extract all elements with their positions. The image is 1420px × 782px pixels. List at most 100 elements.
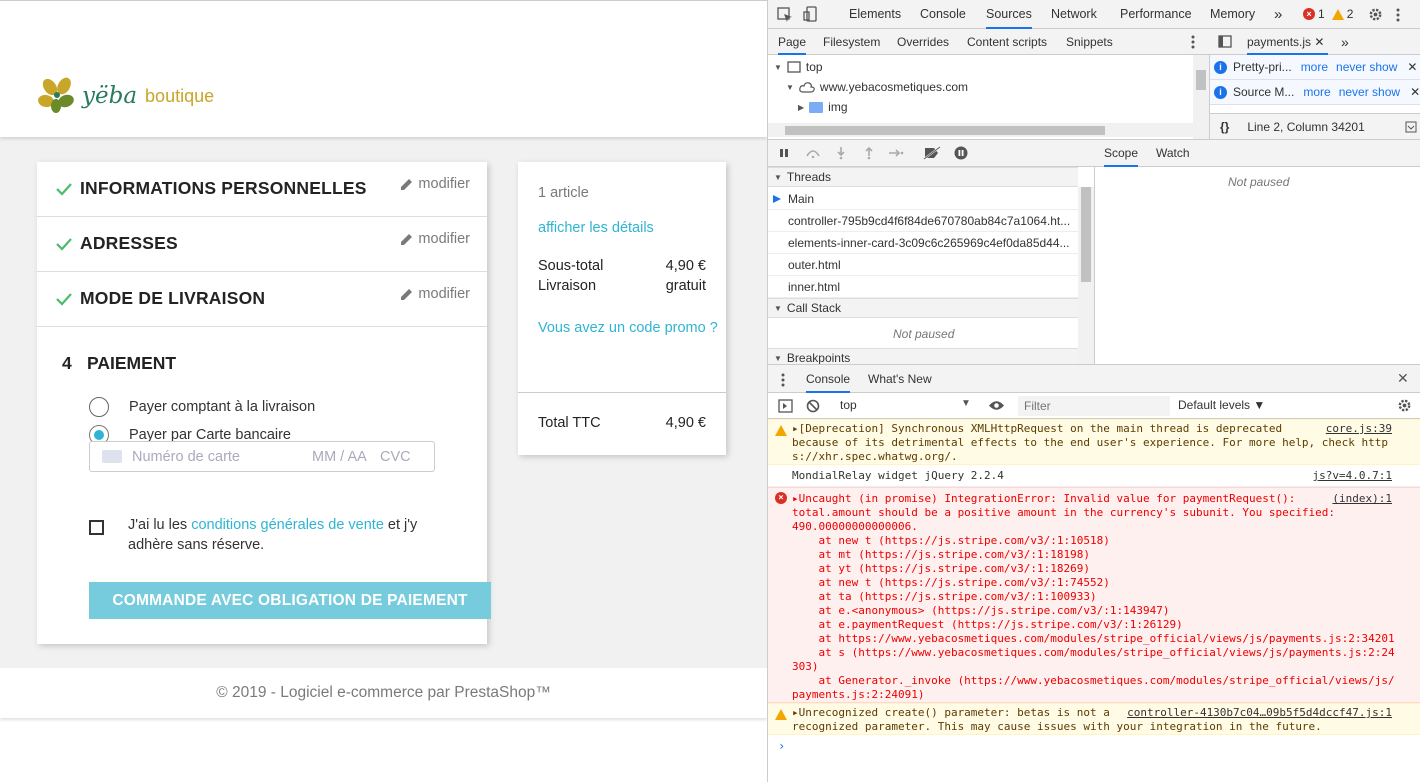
total-value: 4,90 € — [665, 415, 706, 431]
tab-watch[interactable]: Watch — [1156, 140, 1190, 167]
scrollbar-thumb[interactable] — [785, 126, 1105, 135]
context-selector[interactable]: top — [840, 398, 857, 412]
pause-icon[interactable] — [779, 148, 789, 158]
show-details-link[interactable]: afficher les détails — [538, 220, 654, 236]
thread-item[interactable]: controller-795b9cd4f6f84de670780ab84c7a1… — [768, 210, 1078, 232]
close-icon[interactable]: ✕ — [1410, 85, 1420, 99]
sources-editor: payments.js ✕ » i Pretty-pri... more nev… — [1210, 29, 1420, 139]
promo-code-link[interactable]: Vous avez un code promo ? — [538, 318, 723, 338]
tab-snippets[interactable]: Snippets — [1066, 29, 1113, 55]
infobar-never-show-link[interactable]: never show — [1339, 85, 1400, 99]
tab-performance[interactable]: Performance — [1120, 0, 1192, 29]
tab-network[interactable]: Network — [1051, 0, 1097, 29]
scrollbar-thumb[interactable] — [1196, 70, 1206, 90]
collapse-arrow-icon: ▶ — [798, 102, 805, 112]
warning-icon — [1331, 8, 1344, 20]
tab-memory[interactable]: Memory — [1210, 0, 1255, 29]
leaf-logo-icon — [38, 77, 74, 113]
message-source-link[interactable]: core.js:39 — [1326, 422, 1392, 436]
shop-logo[interactable]: yëba boutique — [38, 77, 214, 115]
navigator-vertical-scrollbar[interactable] — [1193, 55, 1209, 139]
log-levels-dropdown[interactable]: Default levels ▼ — [1178, 398, 1265, 412]
pause-on-exceptions-icon[interactable] — [954, 146, 968, 160]
console-log-message[interactable]: MondialRelay widget jQuery 2.2.4 js?v=4.… — [768, 465, 1420, 487]
tree-item-top[interactable]: ▼ top — [774, 57, 823, 77]
more-tabs-button[interactable]: » — [1274, 0, 1282, 29]
message-text: ▸[Deprecation] Synchronous XMLHttpReques… — [792, 422, 1389, 463]
modify-link-addresses[interactable]: modifier — [400, 231, 470, 247]
tab-content-scripts[interactable]: Content scripts — [967, 29, 1047, 55]
modify-label: modifier — [418, 286, 470, 302]
coverage-icon[interactable] — [1405, 121, 1417, 133]
modify-label: modifier — [418, 176, 470, 192]
summary-divider — [518, 392, 726, 393]
card-input[interactable]: Numéro de carte MM / AA CVC — [89, 441, 435, 472]
tab-elements[interactable]: Elements — [849, 0, 901, 29]
drawer-tab-console[interactable]: Console — [806, 365, 851, 393]
message-source-link[interactable]: controller-4130b7c04…09b5f5d4dccf47.js:1 — [1127, 706, 1392, 720]
close-drawer-icon[interactable]: ✕ — [1397, 370, 1409, 387]
radio-cash[interactable] — [89, 397, 109, 417]
step-over-icon[interactable] — [805, 148, 821, 158]
step-into-icon[interactable] — [836, 146, 846, 160]
tree-item-img-folder[interactable]: ▶ img — [798, 97, 848, 117]
navigator-horizontal-scrollbar[interactable] — [768, 123, 1193, 137]
eye-icon[interactable] — [988, 400, 1005, 411]
step-icon[interactable] — [888, 148, 904, 158]
clear-console-icon[interactable] — [806, 399, 820, 413]
threads-section-header[interactable]: ▼ Threads — [768, 167, 1078, 187]
place-order-button[interactable]: COMMANDE AVEC OBLIGATION DE PAIEMENT — [89, 582, 491, 619]
kebab-menu-icon[interactable] — [1395, 7, 1401, 23]
deactivate-breakpoints-icon[interactable] — [923, 146, 941, 160]
console-warning-message[interactable]: ▸Unrecognized create() parameter: betas … — [768, 703, 1420, 735]
device-toolbar-icon[interactable] — [803, 6, 819, 22]
modify-link-personal-info[interactable]: modifier — [400, 176, 470, 192]
pretty-print-icon[interactable]: {} — [1220, 120, 1229, 134]
thread-item[interactable]: outer.html — [768, 254, 1078, 276]
show-sidebar-icon[interactable] — [778, 399, 793, 413]
tab-scope[interactable]: Scope — [1104, 140, 1139, 167]
toggle-navigator-icon[interactable] — [1218, 35, 1232, 48]
infobar-never-show-link[interactable]: never show — [1336, 60, 1397, 74]
step-out-icon[interactable] — [864, 146, 874, 160]
tab-overrides[interactable]: Overrides — [897, 29, 949, 55]
thread-item-main[interactable]: Main — [768, 188, 1078, 210]
tab-sources[interactable]: Sources — [986, 0, 1032, 29]
tab-page[interactable]: Page — [778, 29, 807, 55]
console-error-message[interactable]: × ▸Uncaught (in promise) IntegrationErro… — [768, 487, 1420, 703]
inspect-element-icon[interactable] — [777, 7, 793, 23]
message-source-link[interactable]: (index):1 — [1332, 492, 1392, 506]
step-title: MODE DE LIVRAISON — [80, 288, 266, 308]
thread-label: elements-inner-card-3c09c6c265969c4ef0da… — [788, 235, 1070, 250]
editor-tab-payments-js[interactable]: payments.js ✕ — [1247, 29, 1329, 55]
kebab-menu-icon[interactable] — [1190, 34, 1196, 50]
console-warning-message[interactable]: ▸[Deprecation] Synchronous XMLHttpReques… — [768, 419, 1420, 465]
message-source-link[interactable]: js?v=4.0.7:1 — [1313, 469, 1392, 483]
console-prompt[interactable]: › — [778, 739, 785, 753]
dropdown-arrow-icon[interactable]: ▼ — [961, 398, 971, 409]
scrollbar-thumb[interactable] — [1081, 187, 1091, 282]
tree-item-domain[interactable]: ▼ www.yebacosmetiques.com — [786, 77, 968, 97]
more-editor-tabs-icon[interactable]: » — [1341, 29, 1349, 55]
thread-item[interactable]: inner.html — [768, 276, 1078, 298]
terms-checkbox[interactable] — [89, 520, 104, 535]
tab-console[interactable]: Console — [920, 0, 966, 29]
drawer-menu-icon[interactable] — [780, 373, 786, 387]
tab-filesystem[interactable]: Filesystem — [823, 29, 880, 55]
infobar-more-link[interactable]: more — [1301, 60, 1328, 74]
settings-gear-icon[interactable] — [1368, 7, 1383, 22]
close-icon[interactable]: ✕ — [1407, 60, 1417, 74]
payment-option-cash[interactable]: Payer comptant à la livraison — [89, 397, 315, 417]
issues-counter[interactable]: × 1 2 — [1303, 7, 1353, 21]
thread-item[interactable]: elements-inner-card-3c09c6c265969c4ef0da… — [768, 232, 1078, 254]
console-filter-input[interactable] — [1018, 396, 1170, 416]
console-settings-gear-icon[interactable] — [1397, 398, 1412, 413]
terms-link[interactable]: conditions générales de vente — [191, 517, 384, 533]
close-tab-icon[interactable]: ✕ — [1314, 35, 1324, 49]
call-stack-section-header[interactable]: ▼ Call Stack — [768, 298, 1078, 318]
modify-link-shipping[interactable]: modifier — [400, 286, 470, 302]
drawer-tab-whats-new[interactable]: What's New — [868, 365, 932, 393]
frame-icon — [787, 61, 801, 73]
debugger-sidebar-scrollbar[interactable] — [1078, 187, 1094, 365]
infobar-more-link[interactable]: more — [1303, 85, 1330, 99]
